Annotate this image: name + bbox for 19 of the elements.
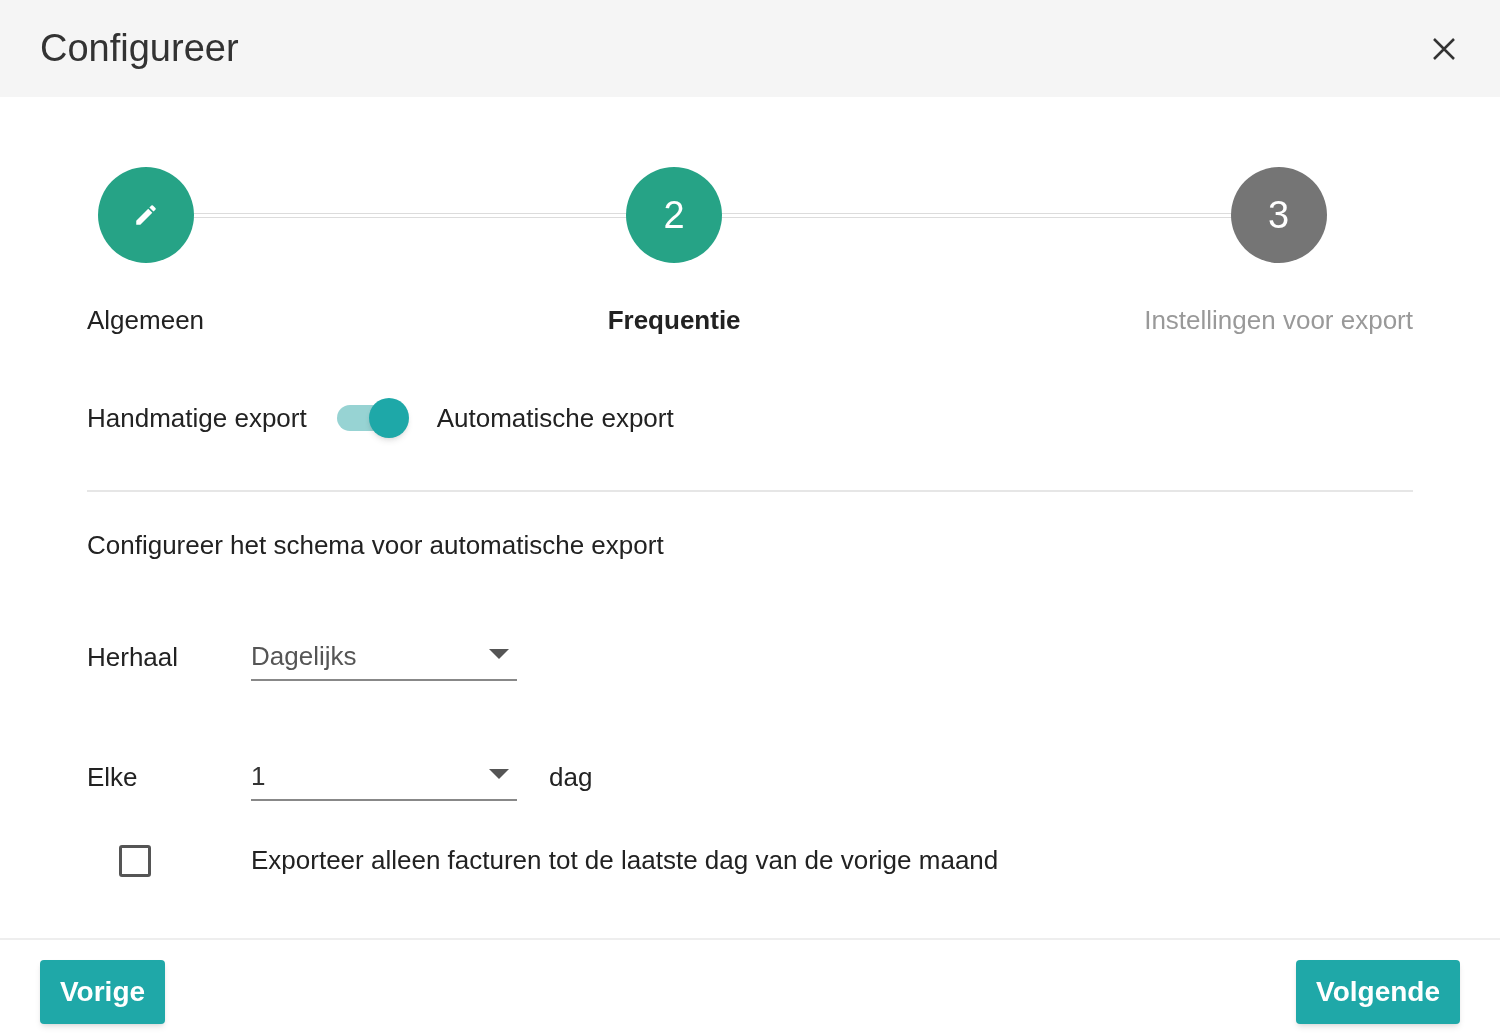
checkbox[interactable] <box>119 844 151 877</box>
step-label: Frequentie <box>607 304 741 337</box>
step-label: Algemeen <box>87 304 205 337</box>
dialog-title: Configureer <box>40 26 239 71</box>
toggle-right-label: Automatische export <box>436 401 674 435</box>
field-label: Herhaal <box>87 641 180 674</box>
select-field[interactable]: 1 <box>251 753 517 801</box>
caret-icon <box>489 649 509 659</box>
caret-icon <box>489 769 509 779</box>
field-label: Elke <box>87 761 139 794</box>
unit-label: dag <box>549 761 593 794</box>
checkbox-label: Exporteer alleen facturen tot de laatste dag van de vorige maand <box>251 844 999 877</box>
step-number: 2 <box>663 196 685 234</box>
step-label: Instellingen voor export <box>1144 304 1413 337</box>
step-number: 3 <box>1268 196 1290 234</box>
schedule-heading: Configureer het schema voor automatische export <box>87 529 665 562</box>
toggle-left-label: Handmatige export <box>87 401 307 435</box>
close-icon <box>1432 36 1456 61</box>
select-field[interactable]: Dagelijks <box>251 633 517 681</box>
